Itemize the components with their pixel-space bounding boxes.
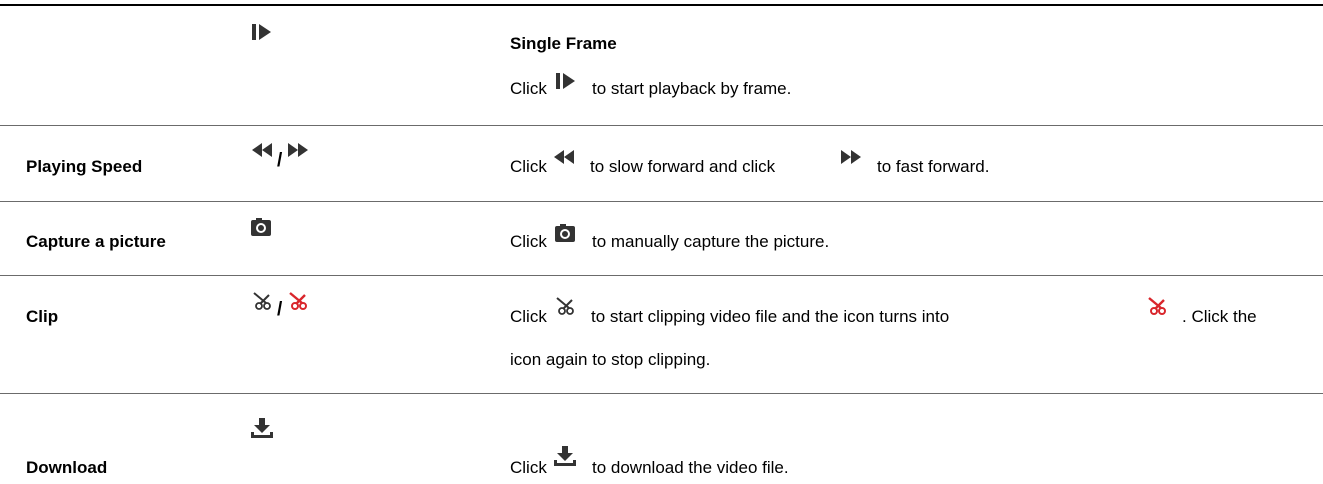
camera-icon <box>555 224 575 242</box>
download-icon <box>251 418 273 438</box>
separator: / <box>277 150 283 171</box>
row-desc-suffix: to download the video file. <box>592 458 789 477</box>
row-desc-suffix: to manually capture the picture. <box>592 232 830 251</box>
row-divider <box>0 275 1323 276</box>
row-divider <box>0 201 1323 202</box>
feature-label: Capture a picture <box>26 232 166 251</box>
scissors-icon <box>252 291 272 311</box>
feature-label: Download <box>26 458 108 477</box>
single-frame-icon <box>252 24 272 40</box>
row-desc-suffix: to fast forward. <box>877 157 990 176</box>
fast-forward-icon <box>841 150 861 164</box>
camera-icon <box>251 218 271 236</box>
feature-label: Playing Speed <box>26 157 143 176</box>
separator: / <box>277 299 283 320</box>
row-desc-prefix: Click <box>510 307 547 326</box>
download-icon <box>554 446 576 466</box>
scissors-active-icon <box>1147 296 1167 316</box>
row-desc-prefix: Click <box>510 79 547 98</box>
row-divider <box>0 393 1323 394</box>
table-top-border <box>0 4 1323 6</box>
row-desc-middle: to start clipping video file and the ico… <box>591 307 950 326</box>
feature-label: Clip <box>26 307 59 326</box>
row-title: Single Frame <box>510 34 617 53</box>
fast-forward-icon <box>288 143 308 157</box>
single-frame-icon <box>556 73 576 89</box>
row-desc-middle: to slow forward and click <box>590 157 776 176</box>
row-desc-line2: icon again to stop clipping. <box>510 350 711 369</box>
slow-forward-icon <box>252 143 272 157</box>
scissors-active-icon <box>288 291 308 311</box>
row-desc-prefix: Click <box>510 232 547 251</box>
slow-forward-icon <box>554 150 574 164</box>
row-divider <box>0 125 1323 126</box>
row-desc-suffix: to start playback by frame. <box>592 79 792 98</box>
scissors-icon <box>555 296 575 316</box>
row-desc-prefix: Click <box>510 458 547 477</box>
row-desc-prefix: Click <box>510 157 547 176</box>
row-desc-suffix: . Click the <box>1182 307 1257 326</box>
